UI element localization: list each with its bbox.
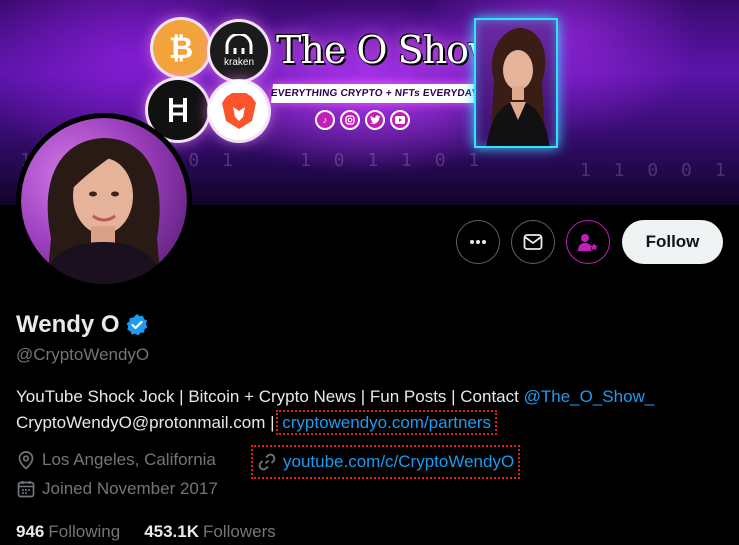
kraken-label: kraken bbox=[223, 57, 254, 68]
show-subtitle: EVERYTHING CRYPTO + NFTs EVERYDAY bbox=[270, 84, 479, 103]
verified-badge-icon[interactable] bbox=[125, 313, 149, 337]
joined-row: Joined November 2017 bbox=[16, 479, 218, 499]
kraken-logo-icon: kraken bbox=[210, 22, 268, 80]
brave-logo-icon bbox=[210, 82, 268, 140]
show-title: The O Show bbox=[276, 28, 501, 72]
twitter-icon bbox=[365, 110, 385, 130]
joined-text: Joined November 2017 bbox=[42, 479, 218, 498]
profile-bio: YouTube Shock Jock | Bitcoin + Crypto Ne… bbox=[16, 384, 731, 436]
youtube-icon bbox=[390, 110, 410, 130]
banner-binary-digits: 1 0 1 1 0 1 bbox=[300, 150, 486, 171]
followers-stat[interactable]: 453.1K Followers bbox=[144, 522, 276, 542]
location-row: Los Angeles, California bbox=[16, 450, 216, 470]
bio-text: YouTube Shock Jock | Bitcoin + Crypto Ne… bbox=[16, 387, 524, 406]
calendar-icon bbox=[17, 481, 35, 498]
follow-button[interactable]: Follow bbox=[622, 220, 723, 264]
bitcoin-logo-icon: ₿ bbox=[153, 20, 209, 76]
follow-stats: 946 Following 453.1K Followers bbox=[16, 522, 276, 542]
profile-avatar[interactable] bbox=[16, 113, 192, 289]
envelope-icon bbox=[523, 234, 543, 250]
bio-mention-link[interactable]: @The_O_Show_ bbox=[524, 387, 655, 406]
bio-email-text: CryptoWendyO@protonmail.com | bbox=[16, 413, 280, 432]
display-name: Wendy O bbox=[16, 311, 120, 338]
subscribe-button[interactable] bbox=[566, 220, 610, 264]
following-count: 946 bbox=[16, 522, 45, 541]
person-star-icon bbox=[578, 234, 598, 251]
following-label: Following bbox=[48, 522, 121, 541]
name-row: Wendy O bbox=[16, 311, 149, 339]
bio-line-1: YouTube Shock Jock | Bitcoin + Crypto Ne… bbox=[16, 384, 731, 410]
tiktok-icon: ♪ bbox=[315, 110, 335, 130]
followers-label: Followers bbox=[203, 522, 276, 541]
more-dots-icon bbox=[470, 240, 486, 244]
bio-partners-link[interactable]: cryptowendyo.com/partners bbox=[276, 410, 498, 435]
link-icon bbox=[258, 453, 276, 471]
website-link[interactable]: youtube.com/c/CryptoWendyO bbox=[283, 452, 514, 472]
location-text: Los Angeles, California bbox=[42, 450, 216, 469]
profile-handle: @CryptoWendyO bbox=[16, 345, 150, 364]
svg-text:₿: ₿ bbox=[169, 31, 193, 65]
following-stat[interactable]: 946 Following bbox=[16, 522, 120, 542]
host-photo bbox=[474, 18, 558, 148]
location-pin-icon bbox=[18, 451, 34, 470]
website-row[interactable]: youtube.com/c/CryptoWendyO bbox=[250, 445, 521, 479]
bio-line-2: CryptoWendyO@protonmail.com | cryptowend… bbox=[16, 410, 731, 436]
more-options-button[interactable] bbox=[456, 220, 500, 264]
message-button[interactable] bbox=[511, 220, 555, 264]
instagram-icon bbox=[340, 110, 360, 130]
banner-binary-digits: 1 1 0 0 1 0 1 1 bbox=[580, 160, 739, 181]
avatar-photo bbox=[21, 118, 187, 284]
banner-social-icons: ♪ bbox=[315, 110, 410, 130]
followers-count: 453.1K bbox=[144, 522, 200, 541]
